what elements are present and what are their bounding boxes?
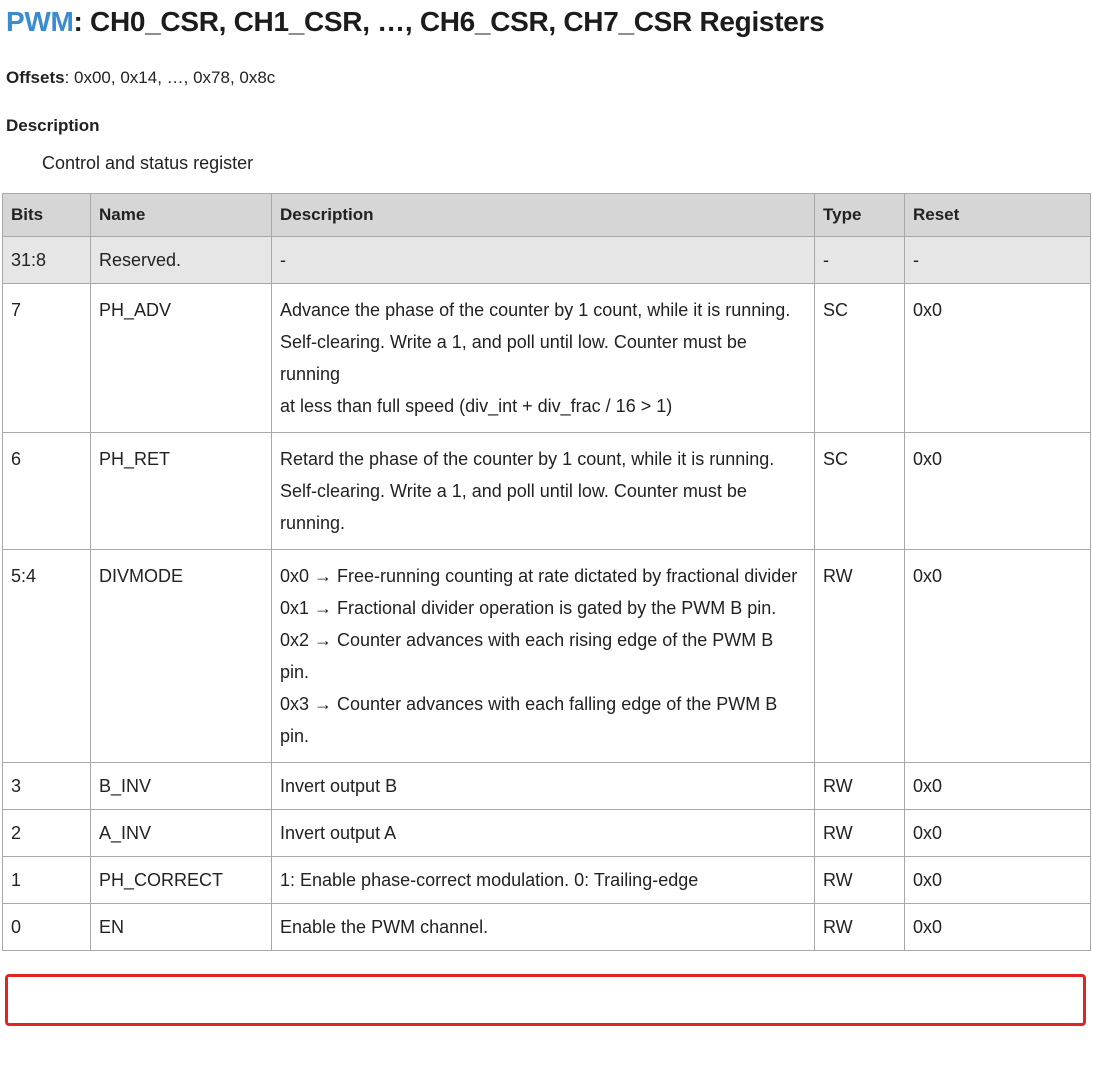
- type-cell: RW: [814, 809, 905, 857]
- bits-cell: 5:4: [2, 549, 91, 763]
- description-heading: Description: [6, 116, 100, 135]
- table-row: 5:4 DIVMODE 0x0 → Free-running counting …: [2, 549, 1091, 763]
- bits-cell: 31:8: [2, 236, 91, 284]
- name-cell: DIVMODE: [90, 549, 272, 763]
- name-cell: EN: [90, 903, 272, 951]
- reset-cell: -: [904, 236, 1091, 284]
- name-cell: PH_RET: [90, 432, 272, 550]
- column-header-type: Type: [814, 193, 905, 237]
- type-cell: -: [814, 236, 905, 284]
- description-cell: 0x0 → Free-running counting at rate dict…: [271, 549, 815, 763]
- reset-cell: 0x0: [904, 903, 1091, 951]
- description-line: at less than full speed (div_int + div_f…: [280, 396, 673, 416]
- description-cell: Advance the phase of the counter by 1 co…: [271, 283, 815, 433]
- name-cell: PH_CORRECT: [90, 856, 272, 904]
- description-cell: Invert output B: [271, 762, 815, 810]
- type-cell: SC: [814, 283, 905, 433]
- description-cell: Invert output A: [271, 809, 815, 857]
- table-row: 3 B_INV Invert output B RW 0x0: [2, 762, 1091, 810]
- description-line: Invert output B: [280, 776, 398, 796]
- column-header-description: Description: [271, 193, 815, 237]
- name-cell: Reserved.: [90, 236, 272, 284]
- reset-cell: 0x0: [904, 549, 1091, 763]
- type-cell: RW: [814, 856, 905, 904]
- page-title: PWM: CH0_CSR, CH1_CSR, …, CH6_CSR, CH7_C…: [6, 6, 825, 38]
- description-line: -: [280, 250, 286, 270]
- name-cell: B_INV: [90, 762, 272, 810]
- reset-cell: 0x0: [904, 762, 1091, 810]
- type-cell: RW: [814, 762, 905, 810]
- description-text: Control and status register: [42, 153, 254, 173]
- bits-cell: 1: [2, 856, 91, 904]
- description-line: 0x2 → Counter advances with each rising …: [280, 630, 774, 682]
- bits-cell: 0: [2, 903, 91, 951]
- table-row: 2 A_INV Invert output A RW 0x0: [2, 809, 1091, 857]
- column-header-bits: Bits: [2, 193, 91, 237]
- reset-cell: 0x0: [904, 283, 1091, 433]
- type-cell: SC: [814, 432, 905, 550]
- description-line: Enable the PWM channel.: [280, 917, 489, 937]
- description-line: Invert output A: [280, 823, 397, 843]
- offsets-value: : 0x00, 0x14, …, 0x78, 0x8c: [64, 68, 276, 87]
- description-line: Self-clearing. Write a 1, and poll until…: [280, 332, 747, 384]
- description-line: Self-clearing. Write a 1, and poll until…: [280, 481, 747, 533]
- description-line: Retard the phase of the counter by 1 cou…: [280, 449, 775, 469]
- bits-cell: 7: [2, 283, 91, 433]
- description-line: 0x0 → Free-running counting at rate dict…: [280, 566, 798, 586]
- table-header-row: Bits Name Description Type Reset: [2, 193, 1091, 237]
- table-row: 7 PH_ADV Advance the phase of the counte…: [2, 283, 1091, 433]
- table-row: 31:8 Reserved. - - -: [2, 236, 1091, 284]
- description-line: 0x1 → Fractional divider operation is ga…: [280, 598, 777, 618]
- table-row: 0 EN Enable the PWM channel. RW 0x0: [2, 903, 1091, 951]
- bits-cell: 6: [2, 432, 91, 550]
- column-header-reset: Reset: [904, 193, 1091, 237]
- description-line: Advance the phase of the counter by 1 co…: [280, 300, 791, 320]
- name-cell: A_INV: [90, 809, 272, 857]
- register-list: : CH0_CSR, CH1_CSR, …, CH6_CSR, CH7_CSR …: [73, 6, 825, 37]
- reset-cell: 0x0: [904, 856, 1091, 904]
- description-cell: Enable the PWM channel.: [271, 903, 815, 951]
- offsets-line: Offsets: 0x00, 0x14, …, 0x78, 0x8c: [6, 68, 275, 88]
- description-cell: 1: Enable phase-correct modulation. 0: T…: [271, 856, 815, 904]
- name-cell: PH_ADV: [90, 283, 272, 433]
- offsets-label: Offsets: [6, 68, 65, 87]
- description-cell: Retard the phase of the counter by 1 cou…: [271, 432, 815, 550]
- bits-cell: 3: [2, 762, 91, 810]
- table-row-highlighted: 1 PH_CORRECT 1: Enable phase-correct mod…: [2, 856, 1091, 904]
- bits-cell: 2: [2, 809, 91, 857]
- description-line: 0x3 → Counter advances with each falling…: [280, 694, 778, 746]
- table-row: 6 PH_RET Retard the phase of the counter…: [2, 432, 1091, 550]
- highlight-box: [5, 974, 1086, 1026]
- column-header-name: Name: [90, 193, 272, 237]
- reset-cell: 0x0: [904, 432, 1091, 550]
- register-fields-table: Bits Name Description Type Reset 31:8 Re…: [2, 193, 1091, 951]
- peripheral-name: PWM: [6, 6, 74, 37]
- description-cell: -: [271, 236, 815, 284]
- type-cell: RW: [814, 903, 905, 951]
- type-cell: RW: [814, 549, 905, 763]
- reset-cell: 0x0: [904, 809, 1091, 857]
- description-line: 1: Enable phase-correct modulation. 0: T…: [280, 870, 699, 890]
